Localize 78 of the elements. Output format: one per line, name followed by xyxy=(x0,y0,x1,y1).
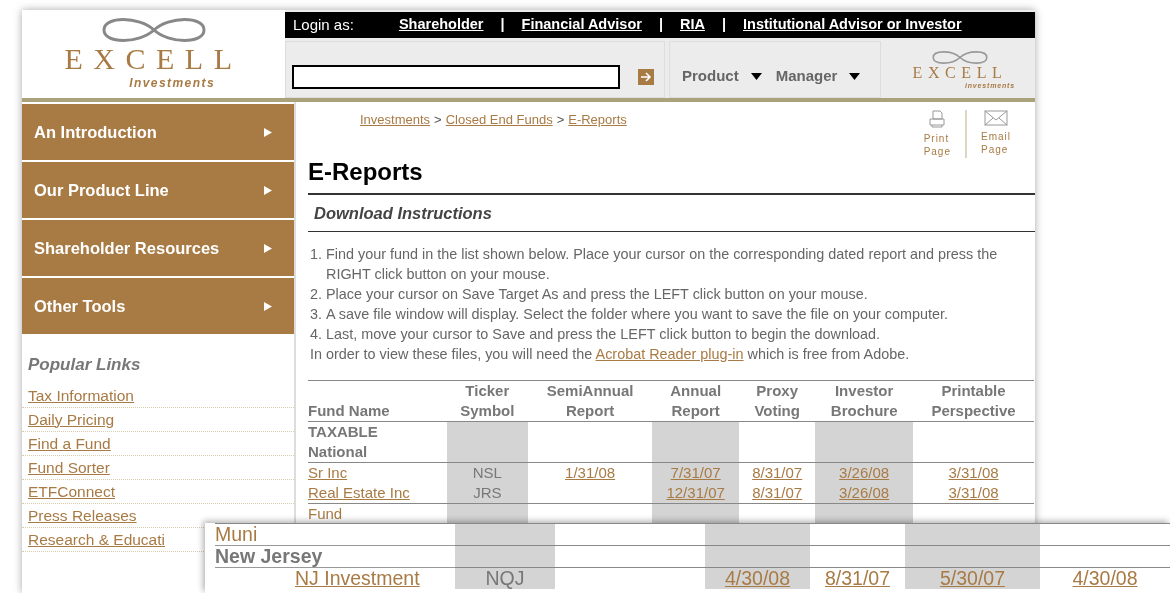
group-heading: National xyxy=(308,441,447,463)
report-link[interactable]: 1/31/08 xyxy=(565,463,616,481)
sidebar-link[interactable]: ETFConnect xyxy=(28,482,115,500)
sidebar-heading: Popular Links xyxy=(28,354,142,376)
column-header: SemiAnnual Report xyxy=(528,380,653,422)
breadcrumb-link[interactable]: E-Reports xyxy=(568,110,627,130)
envelope-icon xyxy=(984,110,1008,126)
search-field[interactable] xyxy=(292,64,620,89)
printer-icon xyxy=(928,110,947,128)
breadcrumb-separator: > xyxy=(556,111,565,129)
category-link[interactable]: Muni xyxy=(215,523,455,546)
group-heading: New Jersey xyxy=(215,545,455,568)
breadcrumb-link[interactable]: Investments xyxy=(308,110,431,130)
sidebar-link[interactable]: Fund Sorter xyxy=(28,458,110,476)
fund-name-link[interactable]: Real Estate Inc xyxy=(308,483,410,501)
sidebar-link[interactable]: Daily Pricing xyxy=(28,410,115,428)
group-heading: TAXABLE xyxy=(308,421,447,442)
column-header: Ticker Symbol xyxy=(446,380,529,422)
step-number: 4. xyxy=(310,324,322,344)
breadcrumb-link[interactable]: Closed End Funds xyxy=(445,110,553,130)
separator: | xyxy=(658,15,663,35)
step-number: 2. xyxy=(310,284,322,304)
step-number: 1. xyxy=(310,244,322,264)
sidebar-link[interactable]: Research & Educati xyxy=(28,530,165,548)
page-tool-link[interactable]: Email Page xyxy=(965,110,1025,158)
caret-icon xyxy=(750,73,762,80)
category-link[interactable]: Fund xyxy=(308,503,447,524)
sidebar-link[interactable]: Find a Fund xyxy=(28,434,111,452)
note-text: In order to view these files, you will need the Acrobat Reader plug-in which is free from Adobe. xyxy=(310,344,911,364)
login-link[interactable]: Shareholder xyxy=(398,14,484,36)
sidebar-link[interactable]: Tax Information xyxy=(28,386,134,404)
column-header: Fund Name xyxy=(308,380,447,422)
arrow-icon xyxy=(264,185,272,195)
fund-name-link[interactable]: Sr Inc xyxy=(308,463,348,481)
separator: | xyxy=(500,15,505,35)
step-text: A save file window will display. Select the folder where you want to save the file on your computer. xyxy=(326,304,949,324)
login-link[interactable]: RIA xyxy=(679,14,705,36)
nav-item[interactable]: Our Product Line xyxy=(22,162,294,218)
caret-icon xyxy=(849,73,861,80)
fund-name-link[interactable]: NJ Investment xyxy=(215,567,420,589)
column-header: Proxy Voting xyxy=(739,380,816,422)
nav-item[interactable]: Other Tools xyxy=(22,278,294,334)
column-header: Annual Report xyxy=(652,380,740,422)
report-link[interactable]: 4/30/08 xyxy=(1072,567,1138,589)
step-text: Find your fund in the list shown below. Place your cursor on the corresponding dated report and press the RIGHT click button on your mouse. xyxy=(326,244,999,284)
separator: | xyxy=(721,15,726,35)
report-link[interactable]: 8/31/07 xyxy=(752,463,803,481)
report-link[interactable]: 8/31/07 xyxy=(752,483,803,501)
section-heading: Download Instructions xyxy=(308,194,1035,232)
column-header: Investor Brochure xyxy=(815,380,914,422)
sidebar-link[interactable]: Press Releases xyxy=(28,506,137,524)
nav-item[interactable]: Shareholder Resources xyxy=(22,220,294,276)
login-link[interactable]: Financial Advisor xyxy=(521,14,642,36)
report-link[interactable]: 8/31/07 xyxy=(824,567,891,589)
dropdown-button[interactable]: Product xyxy=(682,65,762,88)
arrow-icon xyxy=(264,243,272,253)
table-cell: JRS xyxy=(446,482,529,504)
arrow-icon xyxy=(264,127,272,137)
login-label: Login as: xyxy=(293,14,354,35)
dropdown-button[interactable]: Manager xyxy=(775,65,861,88)
infinity-icon xyxy=(930,49,990,65)
arrow-icon xyxy=(264,301,272,311)
column-header: Printable Perspective xyxy=(913,380,1034,422)
step-text: Place your cursor on Save Target As and press the LEFT click button on your mouse. xyxy=(326,284,868,304)
report-link[interactable]: 3/31/08 xyxy=(948,483,999,501)
table-cell: NSL xyxy=(446,462,529,483)
login-link[interactable]: Institutional Advisor or Investor xyxy=(743,14,962,36)
step-number: 3. xyxy=(310,304,322,324)
table-cell: NQJ xyxy=(455,567,555,589)
report-link[interactable]: 3/31/08 xyxy=(948,463,999,481)
page-title: E-Reports xyxy=(308,158,1035,195)
logo[interactable]: EXCELL Investments xyxy=(22,10,285,98)
breadcrumb-separator: > xyxy=(434,111,442,129)
nav-item[interactable]: An Introduction xyxy=(22,104,294,160)
plugin-link[interactable]: Acrobat Reader plug-in xyxy=(595,345,744,362)
go-button[interactable] xyxy=(638,68,654,85)
step-text: Last, move your cursor to Save and press the LEFT click button to begin the download. xyxy=(326,324,881,344)
page-tool-link[interactable]: Print Page xyxy=(909,110,965,158)
